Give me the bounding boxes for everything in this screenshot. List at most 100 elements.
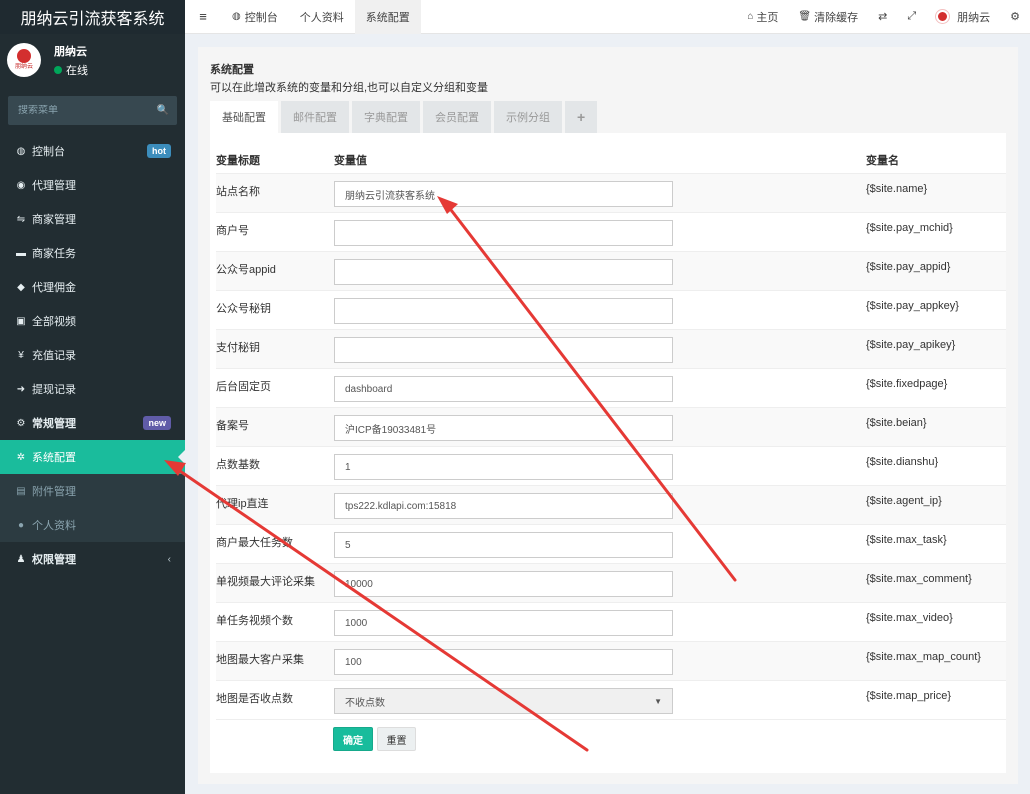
max-task-field[interactable] xyxy=(334,532,673,558)
sidebar-item-permissions[interactable]: ♟ 权限管理 ‹ xyxy=(0,542,185,576)
confirm-button[interactable]: 确定 xyxy=(333,727,373,751)
pay-appid-field[interactable] xyxy=(334,259,673,285)
site-name-field[interactable] xyxy=(334,181,673,207)
row-label: 商户号 xyxy=(216,225,249,237)
tab-dashboard[interactable]: ◍ 控制台 xyxy=(221,0,289,34)
tab-example-group[interactable]: 示例分组 xyxy=(494,101,562,133)
header-title: 变量标题 xyxy=(216,155,260,167)
page-description: 可以在此增改系统的变量和分组,也可以自定义分组和变量 xyxy=(210,82,489,94)
sidebar-item-merchant-tasks[interactable]: ▬ 商家任务 xyxy=(0,236,185,270)
max-video-field[interactable] xyxy=(334,610,673,636)
table-row: 单任务视频个数 {$site.max_video} xyxy=(216,602,1006,641)
row-variable: {$site.max_comment} xyxy=(866,573,972,585)
sidebar-item-system-config[interactable]: ✲ 系统配置 xyxy=(0,440,185,474)
sidebar-item-merchant-management[interactable]: ⇋ 商家管理 xyxy=(0,202,185,236)
fixedpage-field[interactable] xyxy=(334,376,673,402)
pay-apikey-field[interactable] xyxy=(334,337,673,363)
row-variable: {$site.max_map_count} xyxy=(866,651,981,663)
sidebar-item-dashboard[interactable]: ◍ 控制台 hot xyxy=(0,134,185,168)
sidebar-item-profile[interactable]: ● 个人资料 xyxy=(0,508,185,542)
row-variable: {$site.dianshu} xyxy=(866,456,939,468)
home-link[interactable]: ⌂ 主页 xyxy=(737,9,788,25)
row-variable: {$site.map_price} xyxy=(866,690,951,702)
card-icon: ▬ xyxy=(16,247,26,259)
sidebar-item-label: 控制台 xyxy=(32,146,65,158)
sign-in-icon: ➜ xyxy=(16,383,26,395)
handshake-icon: ⇋ xyxy=(16,213,26,225)
search-icon[interactable]: 🔍 xyxy=(157,105,169,116)
table-row: 商户最大任务数 {$site.max_task} xyxy=(216,524,1006,563)
tab-mail-config[interactable]: 邮件配置 xyxy=(281,101,349,133)
tab-profile[interactable]: 个人资料 xyxy=(289,0,355,34)
row-label: 商户最大任务数 xyxy=(216,537,293,549)
map-price-select[interactable]: 不收点数 ▼ xyxy=(334,688,673,714)
group-icon: ♟ xyxy=(16,553,26,565)
tab-member-config[interactable]: 会员配置 xyxy=(423,101,491,133)
max-comment-field[interactable] xyxy=(334,571,673,597)
table-row: 公众号秘钥 {$site.pay_appkey} xyxy=(216,290,1006,329)
user-panel: 朋纳云 朋纳云 在线 xyxy=(0,34,185,86)
row-label: 代理ip直连 xyxy=(216,498,269,510)
sidebar-item-label: 充值记录 xyxy=(32,350,76,362)
fullscreen-icon: ⤢ xyxy=(907,10,917,22)
tab-system-config[interactable]: 系统配置 xyxy=(354,0,421,34)
table-row: 代理ip直连 {$site.agent_ip} xyxy=(216,485,1006,524)
sidebar-item-general-management[interactable]: ⚙ 常规管理 new xyxy=(0,406,185,440)
config-tabs: 基础配置 邮件配置 字典配置 会员配置 示例分组 + xyxy=(210,101,600,133)
tab-label: 控制台 xyxy=(244,11,278,24)
settings-button[interactable]: ⚙ xyxy=(1000,10,1030,23)
table-row: 商户号 {$site.pay_mchid} xyxy=(216,212,1006,251)
translate-button[interactable]: ⇄ xyxy=(868,10,897,23)
dianshu-field[interactable] xyxy=(334,454,673,480)
table-row: 点数基数 {$site.dianshu} xyxy=(216,446,1006,485)
avatar: 朋纳云 xyxy=(7,43,41,77)
app-logo-title[interactable]: 朋纳云引流获客系统 xyxy=(0,0,185,34)
max-map-count-field[interactable] xyxy=(334,649,673,675)
sidebar-item-all-videos[interactable]: ▣ 全部视频 xyxy=(0,304,185,338)
hamburger-menu-icon[interactable]: ≡ xyxy=(185,9,221,24)
sidebar-menu: ◍ 控制台 hot ◉ 代理管理 ⇋ 商家管理 ▬ 商家任务 ◆ 代理佣金 ▣ xyxy=(0,134,185,576)
tab-basic-config[interactable]: 基础配置 xyxy=(210,101,278,133)
cogs-icon: ⚙ xyxy=(16,417,26,429)
user-icon: ● xyxy=(17,519,25,531)
trash-icon: 🗑 xyxy=(798,11,812,22)
add-group-button[interactable]: + xyxy=(565,101,598,133)
row-label: 单任务视频个数 xyxy=(216,615,293,627)
row-variable: {$site.beian} xyxy=(866,417,927,429)
row-label: 公众号appid xyxy=(216,264,276,276)
topbar: ≡ ◍ 控制台 个人资料 系统配置 ⌂ 主页 🗑 清除缓存 ⇄ ⤢ 朋纳云 ⚙ xyxy=(185,0,1030,34)
reset-button[interactable]: 重置 xyxy=(377,727,416,751)
map-price-selected: 不收点数 xyxy=(345,697,385,709)
config-panel: 变量标题 变量值 变量名 站点名称 {$site.name} 商户号 {$sit… xyxy=(210,133,1006,773)
avatar-logo-text: 朋纳云 xyxy=(14,63,33,70)
beian-field[interactable] xyxy=(334,415,673,441)
table-row: 地图是否收点数 不收点数 ▼ {$site.map_price} xyxy=(216,680,1006,719)
row-label: 支付秘钥 xyxy=(216,342,260,354)
search-input[interactable] xyxy=(18,105,157,116)
sidebar-item-agent-management[interactable]: ◉ 代理管理 xyxy=(0,168,185,202)
agent-ip-field[interactable] xyxy=(334,493,673,519)
pay-appkey-field[interactable] xyxy=(334,298,673,324)
sidebar-item-recharge-records[interactable]: ¥ 充值记录 xyxy=(0,338,185,372)
sidebar-item-agent-commission[interactable]: ◆ 代理佣金 xyxy=(0,270,185,304)
sidebar-item-label: 代理管理 xyxy=(32,180,76,192)
app-root: 朋纳云引流获客系统 朋纳云 朋纳云 在线 🔍 ◍ 控制台 hot xyxy=(0,0,1030,794)
row-label: 地图最大客户采集 xyxy=(216,654,304,666)
sidebar: 朋纳云引流获客系统 朋纳云 朋纳云 在线 🔍 ◍ 控制台 hot xyxy=(0,0,185,794)
sidebar-item-withdraw-records[interactable]: ➜ 提现记录 xyxy=(0,372,185,406)
sidebar-item-attachments[interactable]: ▤ 附件管理 xyxy=(0,474,185,508)
row-variable: {$site.pay_apikey} xyxy=(866,339,956,351)
clear-cache-button[interactable]: 🗑 清除缓存 xyxy=(788,9,868,25)
user-plus-icon: ◉ xyxy=(16,179,26,191)
pay-mchid-field[interactable] xyxy=(334,220,673,246)
page-header: 系统配置 可以在此增改系统的变量和分组,也可以自定义分组和变量 xyxy=(198,47,1018,95)
sidebar-item-label: 常规管理 xyxy=(32,418,76,430)
row-variable: {$site.max_task} xyxy=(866,534,947,546)
sidebar-item-label: 商家管理 xyxy=(32,214,76,226)
tab-dictionary-config[interactable]: 字典配置 xyxy=(352,101,420,133)
row-label: 站点名称 xyxy=(216,186,260,198)
user-menu[interactable]: 朋纳云 xyxy=(926,9,1000,25)
video-file-icon: ▣ xyxy=(16,315,26,327)
fullscreen-button[interactable]: ⤢ xyxy=(897,10,926,23)
table-row: 公众号appid {$site.pay_appid} xyxy=(216,251,1006,290)
